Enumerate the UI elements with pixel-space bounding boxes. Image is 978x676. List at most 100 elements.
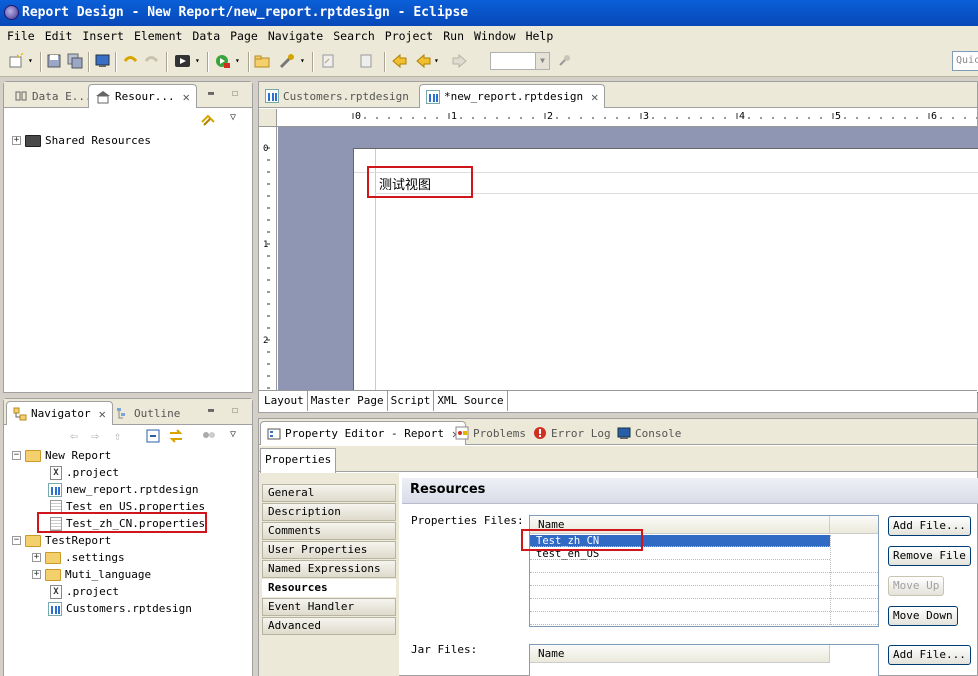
run-report-dropdown-icon[interactable]: ▾ [195, 53, 203, 69]
tree-item-shared-resources[interactable]: + Shared Resources [12, 132, 151, 149]
tree-item-testreport[interactable]: − TestReport [12, 532, 111, 549]
move-up-button[interactable]: Move Up [888, 576, 945, 596]
new-dropdown-icon[interactable]: ▾ [28, 53, 36, 69]
menu-help[interactable]: Help [521, 27, 559, 45]
expand-icon[interactable]: + [32, 553, 41, 562]
run-icon[interactable] [214, 53, 231, 69]
run-report-icon[interactable] [174, 53, 191, 69]
tab-xml-source[interactable]: XML Source [434, 391, 508, 411]
collapse-all-icon[interactable] [146, 429, 160, 446]
pin-icon[interactable] [556, 53, 573, 69]
menu-insert[interactable]: Insert [77, 27, 129, 45]
add-file-button[interactable]: Add File... [888, 516, 971, 536]
chevron-down-icon: ▼ [535, 53, 549, 69]
collapse-icon[interactable]: − [12, 451, 21, 460]
tab-outline[interactable]: Outline [110, 401, 186, 425]
tools-icon[interactable] [279, 53, 296, 69]
menu-navigate[interactable]: Navigate [263, 27, 328, 45]
category-user-properties[interactable]: User Properties [262, 541, 396, 559]
tree-item-new-report[interactable]: − New Report [12, 447, 111, 464]
last-edit-icon[interactable] [391, 53, 408, 69]
filter-icon[interactable] [202, 430, 216, 445]
quick-access-input[interactable]: Quick [952, 51, 978, 71]
run-dropdown-icon[interactable]: ▾ [235, 53, 243, 69]
tab-script[interactable]: Script [388, 391, 435, 411]
close-icon[interactable]: ✕ [183, 90, 190, 104]
next-annotation-icon[interactable] [320, 53, 337, 69]
tree-item-customers-rptdesign[interactable]: Customers.rptdesign [48, 600, 192, 617]
name-column-header[interactable]: Name [530, 645, 830, 663]
tab-property-editor[interactable]: Property Editor - Report ✕ [260, 421, 467, 445]
menu-search[interactable]: Search [328, 27, 380, 45]
close-icon[interactable]: ✕ [591, 90, 598, 104]
open-folder-icon[interactable] [254, 53, 271, 69]
menu-run[interactable]: Run [438, 27, 469, 45]
forward-nav-icon[interactable]: ⇨ [91, 429, 99, 444]
tab-layout[interactable]: Layout [261, 391, 308, 411]
redo-icon[interactable] [143, 53, 160, 69]
view-menu-icon[interactable]: ▽ [230, 429, 236, 440]
tab-resource-explorer[interactable]: Resour... ✕ [88, 84, 197, 108]
save-all-icon[interactable] [67, 53, 84, 69]
expand-icon[interactable]: + [32, 570, 41, 579]
minimize-icon[interactable]: ▬ [204, 88, 218, 100]
move-down-button[interactable]: Move Down [888, 606, 958, 626]
menu-data[interactable]: Data [187, 27, 225, 45]
jar-files-table[interactable]: Name [529, 644, 879, 676]
link-editor-icon[interactable] [168, 428, 184, 447]
forward-icon[interactable] [451, 53, 468, 69]
preview-icon[interactable] [94, 53, 111, 69]
tab-problems[interactable]: Problems [449, 421, 532, 445]
category-comments[interactable]: Comments [262, 522, 396, 540]
zoom-combo[interactable]: ▼ [490, 52, 550, 70]
menu-file[interactable]: File [2, 27, 40, 45]
back-dropdown-icon[interactable]: ▾ [434, 53, 442, 69]
menu-window[interactable]: Window [469, 27, 521, 45]
menu-page[interactable]: Page [225, 27, 263, 45]
close-icon[interactable]: ✕ [99, 407, 106, 421]
tab-properties[interactable]: Properties [260, 448, 337, 473]
tab-master-page[interactable]: Master Page [308, 391, 388, 411]
refresh-icon[interactable] [200, 113, 216, 130]
menu-element[interactable]: Element [129, 27, 187, 45]
menu-edit[interactable]: Edit [40, 27, 78, 45]
new-icon[interactable] [8, 52, 25, 69]
tree-item-muti-language[interactable]: + Muti_language [32, 566, 151, 583]
design-canvas[interactable]: 测试视图 [278, 127, 978, 394]
collapse-icon[interactable]: − [12, 536, 21, 545]
tools-dropdown-icon[interactable]: ▾ [300, 53, 308, 69]
prev-annotation-icon[interactable] [358, 53, 375, 69]
category-event-handler[interactable]: Event Handler [262, 598, 396, 616]
minimize-icon[interactable]: ▬ [204, 405, 218, 417]
expand-icon[interactable]: + [12, 136, 21, 145]
tab-new-report-rptdesign[interactable]: *new_report.rptdesign ✕ [419, 84, 606, 108]
tab-data-explorer[interactable]: Data E... [8, 84, 98, 108]
view-menu-icon[interactable]: ▽ [230, 112, 236, 123]
tree-item-project[interactable]: X .project [50, 464, 119, 481]
back-icon[interactable] [415, 53, 432, 69]
tab-label: *new_report.rptdesign [444, 90, 584, 103]
category-general[interactable]: General [262, 484, 396, 502]
tree-item-settings[interactable]: + .settings [32, 549, 125, 566]
category-description[interactable]: Description [262, 503, 396, 521]
category-named-expressions[interactable]: Named Expressions [262, 560, 396, 578]
maximize-icon[interactable]: ☐ [228, 405, 242, 417]
tab-customers-rptdesign[interactable]: Customers.rptdesign [259, 84, 415, 108]
maximize-icon[interactable]: ☐ [228, 88, 242, 100]
tab-console[interactable]: Console [611, 421, 687, 445]
tab-error-log[interactable]: Error Log [527, 421, 617, 445]
tab-resource-explorer-label: Resour... [115, 90, 175, 103]
tab-navigator[interactable]: Navigator ✕ [6, 401, 113, 425]
save-icon[interactable] [46, 53, 63, 69]
add-jar-file-button[interactable]: Add File... [888, 645, 971, 665]
tab-label: Customers.rptdesign [283, 89, 409, 103]
tree-item-project-2[interactable]: X .project [50, 583, 119, 600]
back-nav-icon[interactable]: ⇦ [70, 429, 78, 444]
tree-item-new-report-rptdesign[interactable]: new_report.rptdesign [48, 481, 198, 498]
menu-project[interactable]: Project [380, 27, 438, 45]
undo-icon[interactable] [122, 53, 139, 69]
category-resources[interactable]: Resources [262, 579, 396, 597]
category-advanced[interactable]: Advanced [262, 617, 396, 635]
up-nav-icon[interactable]: ⇧ [114, 429, 121, 443]
remove-file-button[interactable]: Remove File [888, 546, 971, 566]
